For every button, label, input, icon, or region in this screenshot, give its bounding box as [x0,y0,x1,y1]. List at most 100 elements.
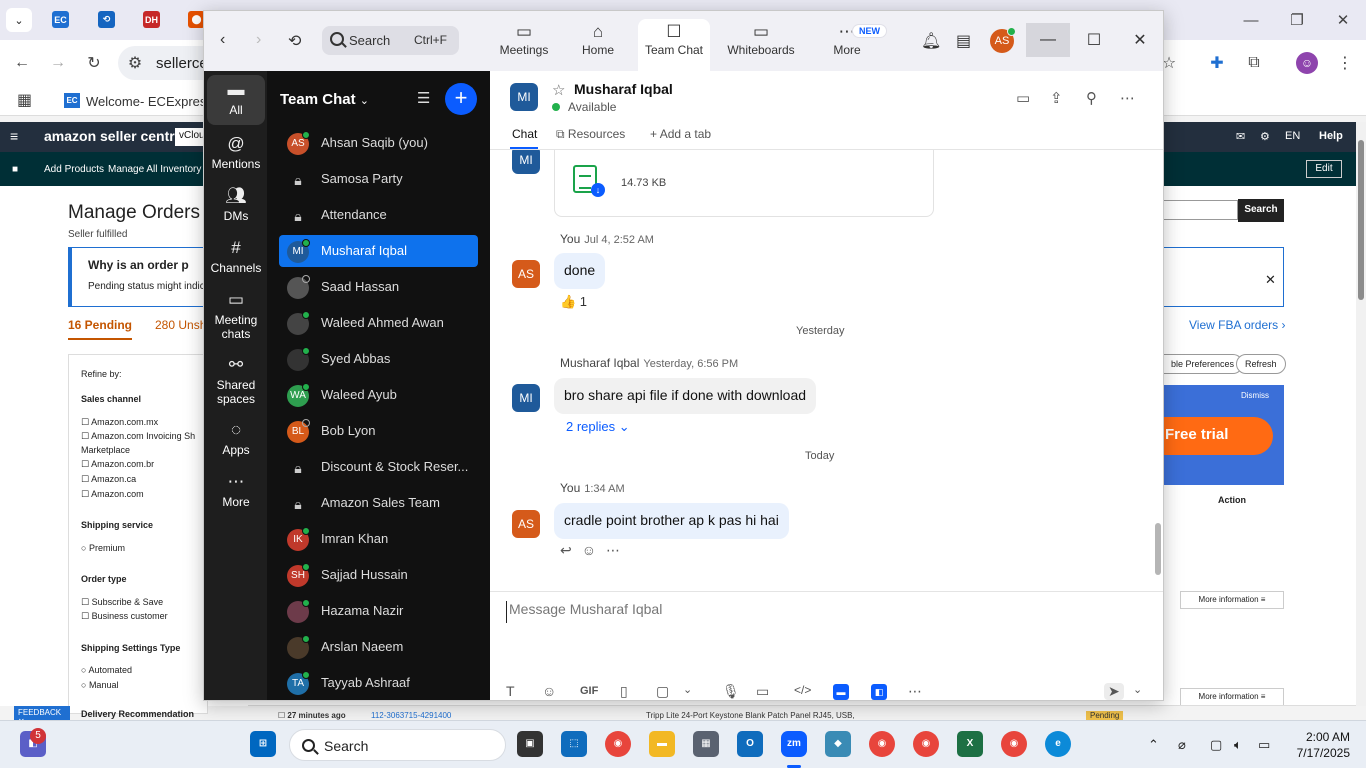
tab-meetings[interactable]: ▭ Meetings [490,19,558,71]
settings-radio[interactable]: ○ Automated [81,665,132,675]
filter-icon[interactable]: ☰ [417,89,430,107]
channel-checkbox[interactable]: ☐ Amazon.com.mx [81,417,158,428]
file-attach-icon[interactable]: ▯ [620,683,628,700]
search-chat-icon[interactable]: ⚲ [1086,89,1097,107]
chat-list-item[interactable]: Saad Hassan [279,271,478,303]
more-tools-icon[interactable]: ⋯ [908,683,922,700]
battery-icon[interactable]: ▭ [1258,737,1270,753]
new-chat-plus-icon[interactable]: + [445,83,477,115]
chevron-down-icon[interactable]: ⌄ [683,683,692,696]
tab-resources[interactable]: ⧉ Resources [556,127,625,142]
nav-edit-button[interactable]: Edit [1306,160,1342,178]
hamburger-icon[interactable]: ≡ [10,128,18,144]
chat-list-item[interactable]: 🔒︎ Samosa Party [279,163,478,195]
more-information-button[interactable]: More information ≡ [1180,688,1284,706]
zoom-forward-icon[interactable]: › [256,31,261,49]
rail-item-all[interactable]: ▬ All [207,75,265,125]
tray-chevron-up-icon[interactable]: ⌃ [1148,737,1159,753]
chat-list-item[interactable]: BL Bob Lyon [279,415,478,447]
zoom-app-icon[interactable]: zm [781,731,807,757]
browser-restore-icon[interactable]: ❐ [1282,8,1312,32]
back-arrow-icon[interactable]: ← [11,52,33,74]
chat-list-item[interactable]: Arslan Naeem [279,631,478,663]
sender-avatar[interactable]: AS [512,260,540,288]
chat-list-item[interactable]: 🔒︎ Discount & Stock Reser... [279,451,478,483]
order-search-button[interactable]: Search [1238,199,1284,222]
reaction-thumbs-up[interactable]: 👍 1 [560,294,587,310]
calendar-icon[interactable]: ▤ [956,31,971,51]
page-scrollbar[interactable] [1356,122,1366,706]
premium-radio[interactable]: ○ Premium [81,543,125,553]
rail-item-apps[interactable]: ◌ Apps [207,419,265,457]
reload-icon[interactable]: ↻ [83,52,105,74]
share-screen-icon[interactable]: ⇪ [1050,89,1063,107]
promo-dismiss[interactable]: Dismiss [1241,391,1269,400]
message-input[interactable]: Message Musharaf Iqbal [506,601,1146,623]
tab-pending[interactable]: 16 Pending [68,318,133,340]
nav-add-products[interactable]: Add Products [44,164,104,175]
chrome-icon[interactable]: ◉ [605,731,631,757]
rail-item-more[interactable]: ⋯ More [207,471,265,509]
chat-options-icon[interactable]: ⋯ [1120,89,1135,107]
sender-avatar[interactable]: MI [512,384,540,412]
chat-list-item[interactable]: WA Waleed Ayub [279,379,478,411]
zoom-close-icon[interactable]: ✕ [1118,23,1162,57]
chrome-profile-icon[interactable]: ◉ [869,731,895,757]
nav-manage-inventory[interactable]: Manage All Inventory [108,164,201,175]
emoji-icon[interactable]: ☺ [542,683,556,699]
rail-item-dms[interactable]: 👥︎ DMs [207,185,265,223]
display-icon[interactable]: ▢ [1210,737,1222,753]
tab-favicon-dh[interactable]: DH [143,11,160,28]
chat-list-item[interactable]: IK Imran Khan [279,523,478,555]
thread-replies-link[interactable]: 2 replies ⌄ [566,419,630,435]
rail-item-meeting-chats[interactable]: ▭ Meeting chats [207,289,265,341]
free-trial-button[interactable]: Free trial [1163,417,1273,455]
order-search-input[interactable] [1163,200,1238,220]
zoom-history-icon[interactable]: ⟲ [288,31,301,51]
tab-unshipped[interactable]: 280 Unsh [155,318,206,332]
file-attachment[interactable]: ↓ 14.73 KB [554,150,934,217]
bookmark-pin-icon[interactable]: ■ [12,164,18,175]
forward-arrow-icon[interactable]: → [47,52,69,74]
sender-avatar[interactable]: MI [512,150,540,174]
video-message-icon[interactable]: ▭ [756,683,769,700]
tab-whiteboards[interactable]: ▭ Whiteboards [720,19,802,71]
chat-scrollbar[interactable] [1154,161,1162,581]
settings-gear-icon[interactable]: ⚙ [1260,130,1270,143]
tab-favicon-ec[interactable]: EC [52,11,69,28]
task-view-icon[interactable]: ▣ [517,731,543,757]
chat-list-item[interactable]: SH Sajjad Hussain [279,559,478,591]
profile-avatar-icon[interactable]: ☺ [1296,52,1318,74]
download-icon[interactable]: ↓ [591,183,605,197]
settings-radio[interactable]: ○ Manual [81,680,118,690]
chat-list-item[interactable]: 🔒︎ Amazon Sales Team [279,487,478,519]
screenshot-icon[interactable]: ▢ [656,683,669,700]
tab-more[interactable]: ⋯ More NEW [814,19,887,71]
store-icon[interactable]: ⬚ [561,731,587,757]
zoom-maximize-icon[interactable]: ☐ [1072,23,1116,57]
help-link[interactable]: Help [1319,130,1343,142]
apps-grid-icon[interactable]: ▦ [17,90,32,110]
chrome-profile-icon[interactable]: ◉ [913,731,939,757]
order-type-checkbox[interactable]: ☐ Subscribe & Save [81,597,163,608]
notification-bell-icon[interactable]: 🔔︎ [921,31,941,51]
chat-list-title[interactable]: Team Chat ⌄ [280,91,369,108]
zoom-back-icon[interactable]: ‹ [220,31,225,49]
reply-icon[interactable]: ↩ [560,542,572,558]
network-icon[interactable]: ⌀ [1178,737,1186,753]
more-information-button[interactable]: More information ≡ [1180,591,1284,609]
file-explorer-icon[interactable]: ▬ [649,731,675,757]
browser-close-icon[interactable]: ✕ [1328,8,1358,32]
channel-checkbox[interactable]: ☐ Amazon.com.br [81,459,154,470]
view-fba-orders-link[interactable]: View FBA orders › [1189,318,1285,332]
user-avatar[interactable]: AS [990,27,1016,53]
app-icon[interactable]: ◆ [825,731,851,757]
channel-checkbox[interactable]: ☐ Amazon.com [81,489,144,500]
chat-list-item[interactable]: Waleed Ahmed Awan [279,307,478,339]
app-integration-icon[interactable]: ◧ [871,684,887,700]
zoom-minimize-icon[interactable]: — [1026,23,1070,57]
chat-list-item[interactable]: MI Musharaf Iqbal [279,235,478,267]
send-icon[interactable]: ➤ [1104,683,1124,700]
outlook-icon[interactable]: O [737,731,763,757]
contact-avatar[interactable]: MI [510,83,538,111]
